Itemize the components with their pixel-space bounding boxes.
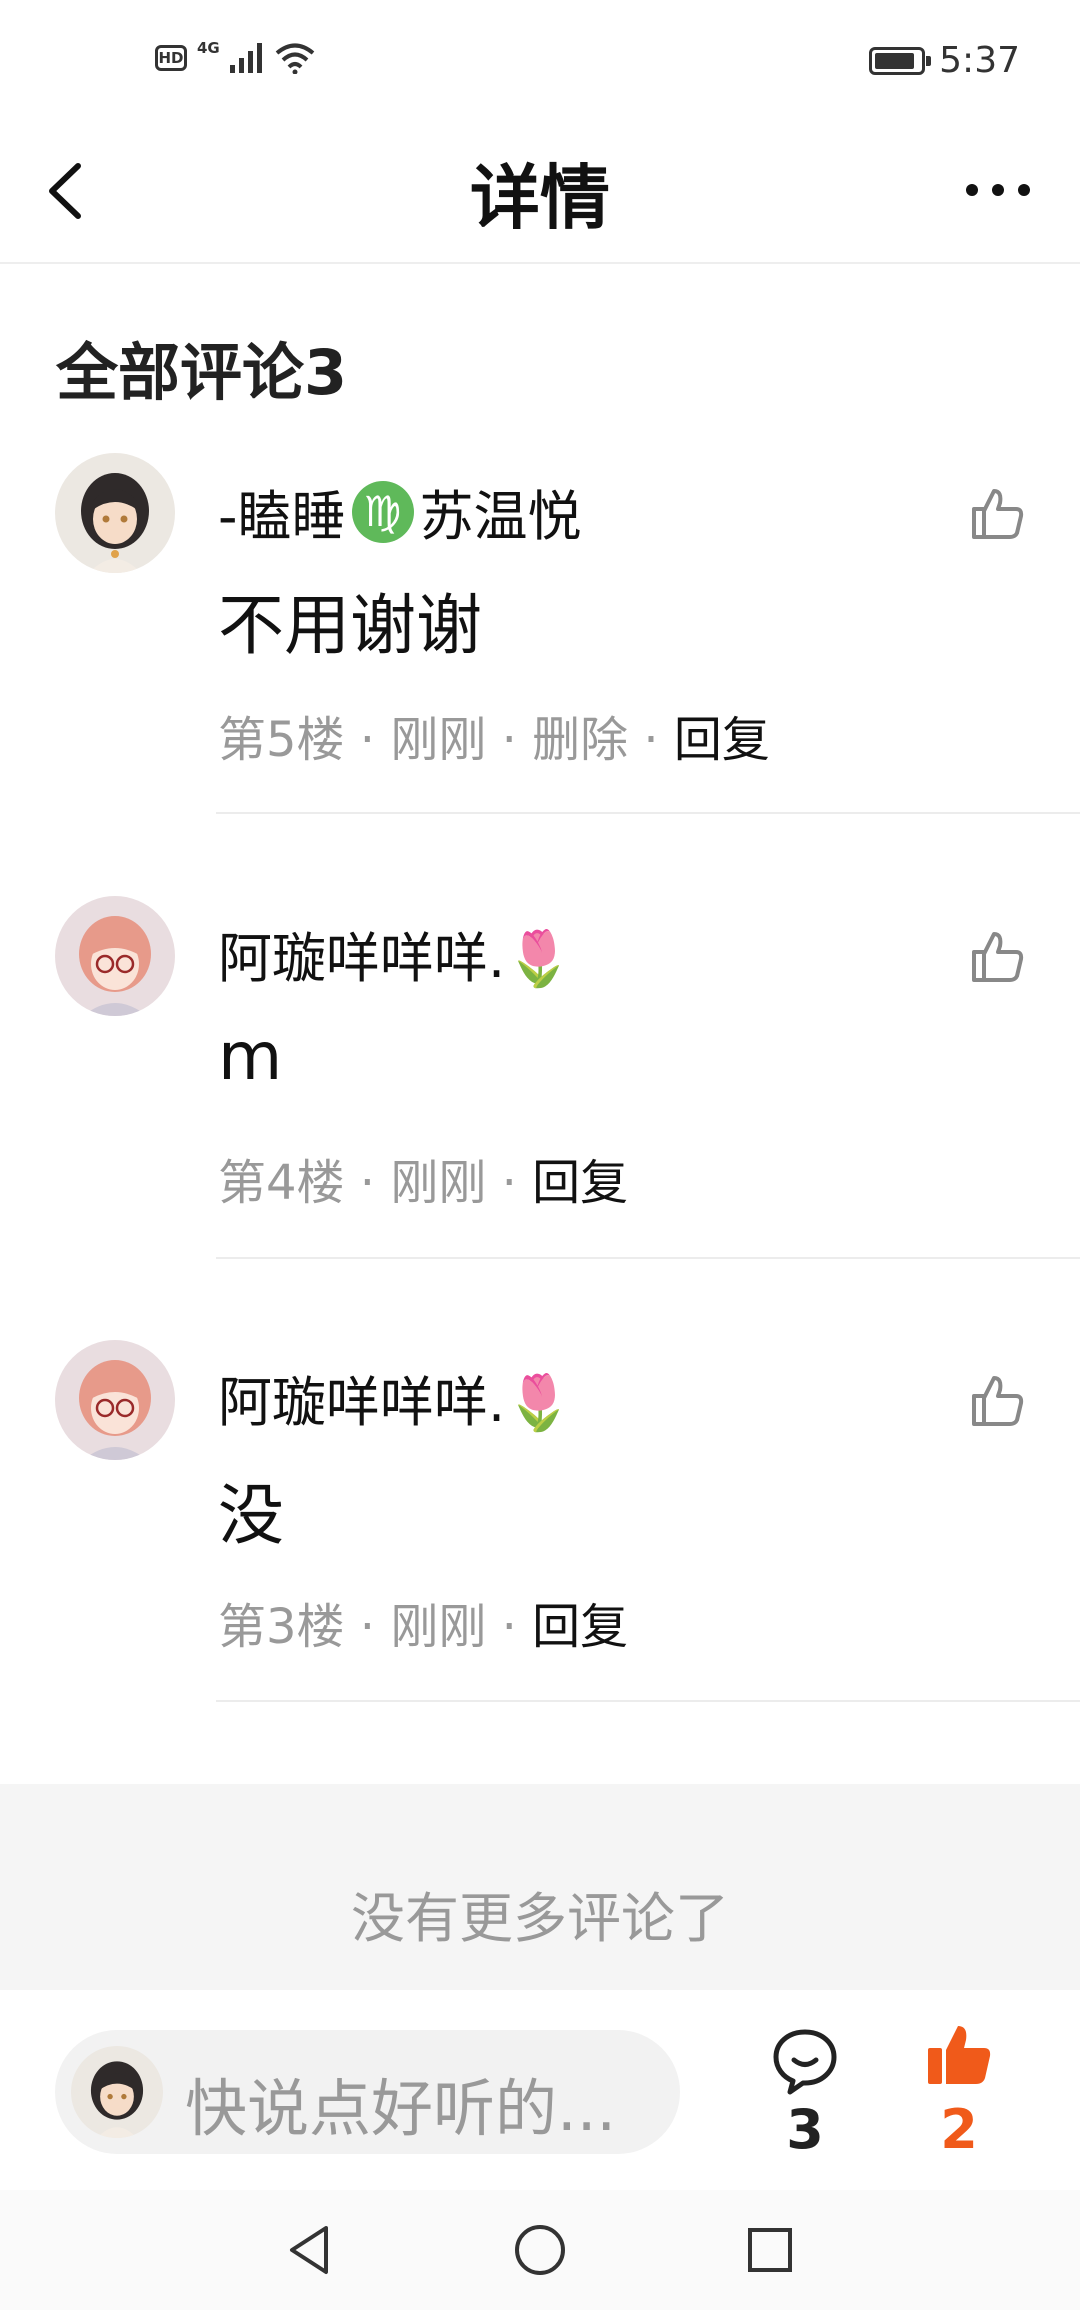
- comment-input[interactable]: 快说点好听的...: [55, 2030, 680, 2154]
- status-indicators: HD 4G: [155, 39, 316, 74]
- floor-label: 第5楼: [218, 712, 345, 768]
- thumbs-up-icon[interactable]: [968, 485, 1026, 543]
- meta-separator: ·: [486, 1599, 533, 1655]
- comment-text: 没: [218, 1477, 284, 1554]
- more-dots-icon: [966, 184, 1030, 196]
- thumbs-up-icon[interactable]: [968, 1372, 1026, 1430]
- divider: [216, 1257, 1080, 1259]
- meta-separator: ·: [344, 1155, 391, 1211]
- input-placeholder: 快说点好听的...: [185, 2072, 617, 2145]
- status-right: 5:37: [869, 40, 1020, 81]
- comment-meta: 第5楼 · 刚刚 · 删除 · 回复: [218, 700, 770, 770]
- comment-count: 3: [786, 2098, 824, 2161]
- status-bar: HD 4G 5:37: [0, 0, 1080, 120]
- nav-home-icon[interactable]: [510, 2220, 570, 2280]
- reply-link[interactable]: 回复: [532, 1599, 628, 1655]
- time-label: 刚刚: [390, 712, 487, 768]
- signal-icon: [229, 43, 262, 73]
- username-prefix: -瞌睡: [218, 485, 346, 548]
- comments-title: 全部评论3: [56, 336, 348, 409]
- battery-icon: [869, 46, 932, 75]
- meta-separator: ·: [486, 1155, 533, 1211]
- wifi-icon: [275, 43, 315, 74]
- clock: 5:37: [939, 40, 1020, 81]
- comment-text: 不用谢谢: [218, 587, 482, 664]
- nav-back-icon[interactable]: [280, 2220, 340, 2280]
- reply-link[interactable]: 回复: [674, 712, 770, 768]
- time-label: 刚刚: [390, 1599, 487, 1655]
- reply-link[interactable]: 回复: [532, 1155, 628, 1211]
- time-label: 刚刚: [390, 1155, 487, 1211]
- meta-separator: ·: [344, 712, 391, 768]
- nav-recents-icon[interactable]: [740, 2220, 800, 2280]
- bottom-comment-bar: 快说点好听的... 3 2: [0, 1990, 1080, 2190]
- like-count: 2: [940, 2098, 978, 2161]
- comment-username[interactable]: -瞌睡 ♍ 苏温悦: [218, 472, 582, 551]
- floor-label: 第3楼: [218, 1599, 345, 1655]
- comment-text: m: [218, 1018, 283, 1095]
- page-title: 详情: [470, 157, 610, 239]
- top-app-bar: 详情: [0, 120, 1080, 264]
- no-more-label: 没有更多评论了: [351, 1887, 729, 1950]
- comment-bubble-icon[interactable]: [770, 2026, 840, 2096]
- comment-username[interactable]: 阿璇咩咩咩.🌷: [218, 1358, 572, 1437]
- meta-separator: ·: [628, 712, 674, 768]
- username-suffix: 苏温悦: [419, 485, 582, 548]
- floor-label: 第4楼: [218, 1155, 345, 1211]
- comment-username[interactable]: 阿璇咩咩咩.🌷: [218, 914, 572, 993]
- comment-meta: 第3楼 · 刚刚 · 回复: [218, 1587, 628, 1657]
- divider: [216, 812, 1080, 814]
- more-options-button[interactable]: [960, 170, 1040, 210]
- thumbs-up-icon[interactable]: [968, 928, 1026, 986]
- my-avatar: [71, 2046, 163, 2138]
- virgo-icon: ♍: [351, 480, 414, 543]
- delete-link[interactable]: 删除: [532, 712, 628, 768]
- meta-separator: ·: [344, 1599, 391, 1655]
- thumbs-up-filled-icon[interactable]: [924, 2020, 994, 2090]
- divider: [216, 1700, 1080, 1702]
- no-more-comments: 没有更多评论了: [0, 1784, 1080, 1990]
- avatar[interactable]: [55, 896, 175, 1016]
- avatar[interactable]: [55, 453, 175, 573]
- network-type: 4G: [197, 39, 220, 57]
- comment-meta: 第4楼 · 刚刚 · 回复: [218, 1143, 628, 1213]
- meta-separator: ·: [486, 712, 533, 768]
- avatar[interactable]: [55, 1340, 175, 1460]
- system-nav-bar: [0, 2190, 1080, 2310]
- hd-badge: HD: [155, 45, 187, 71]
